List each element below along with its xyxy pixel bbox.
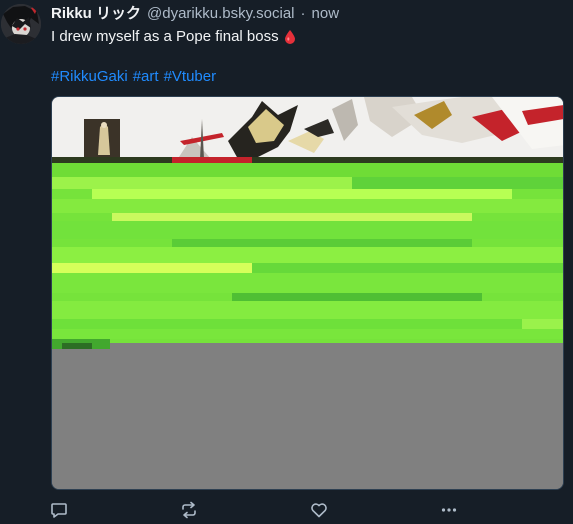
hashtag-link[interactable]: #RikkuGaki — [51, 67, 128, 87]
post-timestamp[interactable]: now — [312, 5, 340, 23]
reply-button[interactable] — [49, 500, 69, 520]
drop-of-blood-icon — [284, 30, 295, 44]
like-icon — [311, 503, 327, 518]
artwork-partially-loaded — [52, 97, 563, 489]
like-button[interactable] — [309, 500, 329, 520]
hashtag-link[interactable]: #art — [133, 67, 159, 87]
hashtag-list: #RikkuGaki #art #Vtuber — [51, 67, 564, 87]
avatar[interactable] — [1, 4, 41, 44]
repost-icon — [182, 501, 196, 519]
post-actions — [51, 500, 463, 520]
author-display-name[interactable]: Rikku リック — [51, 5, 141, 23]
avatar-image — [1, 4, 41, 44]
reply-icon — [51, 503, 67, 518]
author-handle[interactable]: @dyarikku.bsky.social — [147, 5, 295, 23]
meta-separator: · — [300, 5, 306, 22]
post-header: Rikku リック @dyarikku.bsky.social · now — [51, 5, 564, 23]
post-body: Rikku リック @dyarikku.bsky.social · now I … — [51, 5, 564, 87]
more-icon — [441, 508, 457, 512]
post-text-row: I drew myself as a Pope final boss — [51, 27, 564, 47]
post-image[interactable] — [51, 96, 564, 490]
more-options-button[interactable] — [439, 500, 459, 520]
post[interactable]: Rikku リック @dyarikku.bsky.social · now I … — [0, 0, 573, 524]
repost-button[interactable] — [179, 500, 199, 520]
hashtag-link[interactable]: #Vtuber — [164, 67, 217, 87]
post-text: I drew myself as a Pope final boss — [51, 28, 279, 45]
